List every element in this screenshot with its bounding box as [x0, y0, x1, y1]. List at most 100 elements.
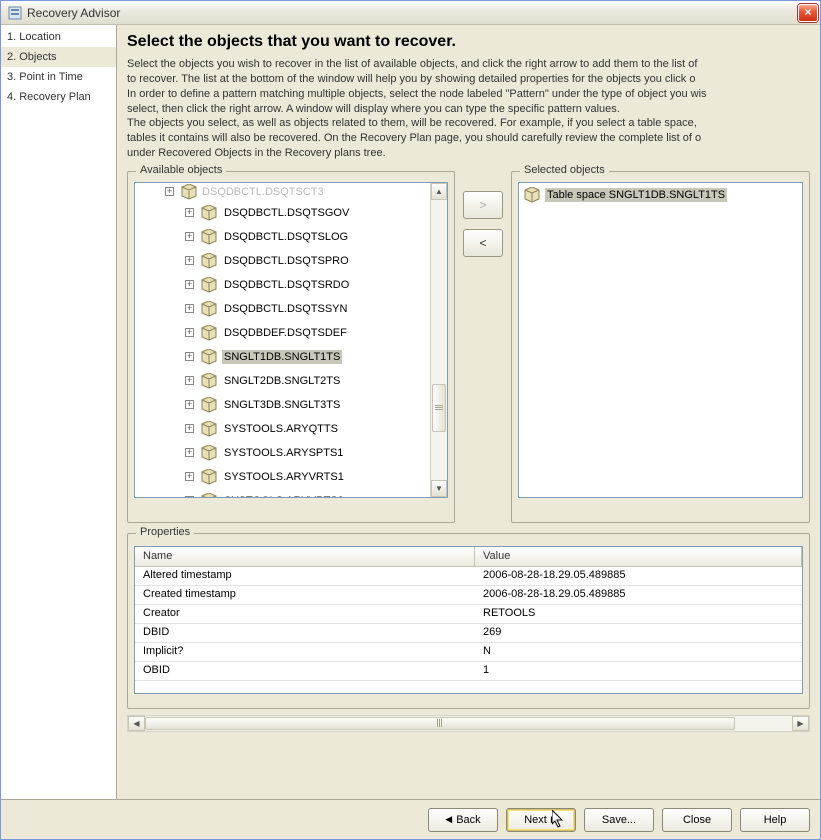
- expander-icon[interactable]: +: [185, 232, 194, 241]
- tree-item[interactable]: + SYSTOOLS.ARYVRTS2: [135, 489, 429, 497]
- properties-group: Properties Name Value Altered timestamp2…: [127, 533, 810, 709]
- tablespace-icon: [200, 373, 218, 389]
- tablespace-icon: [200, 229, 218, 245]
- window: Recovery Advisor × 1. Location 2. Object…: [0, 0, 821, 840]
- selected-objects-list[interactable]: Table space SNGLT1DB.SNGLT1TS: [518, 182, 803, 498]
- prop-value: N: [475, 643, 802, 661]
- col-header-name[interactable]: Name: [135, 547, 475, 566]
- expander-icon[interactable]: +: [185, 328, 194, 337]
- back-label: Back: [456, 814, 480, 826]
- tablespace-icon: [200, 445, 218, 461]
- expander-icon[interactable]: +: [185, 376, 194, 385]
- scroll-up-button[interactable]: ▲: [431, 183, 447, 200]
- nav-point-in-time[interactable]: 3. Point in Time: [1, 67, 116, 87]
- tree-item-label: DSQDBCTL.DSQTSPRO: [222, 254, 351, 268]
- property-row[interactable]: OBID1: [135, 662, 802, 681]
- prop-name: Created timestamp: [135, 586, 475, 604]
- nav-location[interactable]: 1. Location: [1, 27, 116, 47]
- nav-recovery-plan[interactable]: 4. Recovery Plan: [1, 87, 116, 107]
- selected-legend: Selected objects: [520, 164, 609, 176]
- tablespace-icon: [180, 184, 198, 200]
- tree-item-label: SNGLT3DB.SNGLT3TS: [222, 398, 342, 412]
- horizontal-scrollbar[interactable]: ◀ ▶: [127, 715, 810, 732]
- expander-icon[interactable]: +: [185, 448, 194, 457]
- next-label: Next: [524, 814, 547, 826]
- tree-item[interactable]: + SYSTOOLS.ARYQTTS: [135, 417, 429, 441]
- prop-name: Altered timestamp: [135, 567, 475, 585]
- expander-icon[interactable]: +: [185, 208, 194, 217]
- property-row[interactable]: DBID269: [135, 624, 802, 643]
- expander-icon[interactable]: +: [165, 187, 174, 196]
- page-title: Select the objects that you want to reco…: [127, 33, 810, 51]
- property-row[interactable]: Created timestamp2006-08-28-18.29.05.489…: [135, 586, 802, 605]
- content-area: 1. Location 2. Objects 3. Point in Time …: [1, 25, 820, 799]
- selected-item-label: Table space SNGLT1DB.SNGLT1TS: [545, 188, 727, 202]
- scroll-thumb[interactable]: [432, 384, 446, 432]
- scroll-left-button[interactable]: ◀: [128, 716, 145, 731]
- prop-name: Implicit?: [135, 643, 475, 661]
- hscroll-track[interactable]: [145, 716, 792, 731]
- tree-item[interactable]: + DSQDBDEF.DSQTSDEF: [135, 321, 429, 345]
- tree-item[interactable]: + DSQDBCTL.DSQTSSYN: [135, 297, 429, 321]
- expander-icon[interactable]: +: [185, 424, 194, 433]
- tree-item-label: DSQDBCTL.DSQTSLOG: [222, 230, 350, 244]
- scroll-track[interactable]: [431, 200, 447, 480]
- transfer-buttons: > <: [463, 171, 503, 523]
- tree-item[interactable]: +DSQDBCTL.DSQTSGOV: [135, 201, 429, 225]
- tablespace-icon: [200, 469, 218, 485]
- main-panel: Select the objects that you want to reco…: [117, 25, 820, 799]
- expander-icon[interactable]: +: [185, 496, 194, 497]
- nav-objects[interactable]: 2. Objects: [1, 47, 116, 67]
- available-legend: Available objects: [136, 164, 226, 176]
- save-button[interactable]: Save...: [584, 808, 654, 832]
- tablespace-icon: [200, 205, 218, 221]
- tree-item[interactable]: + DSQDBCTL.DSQTSCT3: [135, 183, 429, 201]
- tree-item-label: SYSTOOLS.ARYVRTS2: [222, 494, 346, 497]
- tree-item[interactable]: +SNGLT2DB.SNGLT2TS: [135, 369, 429, 393]
- tree-item[interactable]: +SYSTOOLS.ARYVRTS1: [135, 465, 429, 489]
- tree-item-label: DSQDBDEF.DSQTSDEF: [222, 326, 349, 340]
- scroll-right-button[interactable]: ▶: [792, 716, 809, 731]
- back-arrow-icon: ◀: [445, 814, 452, 825]
- available-objects-list[interactable]: +DSQDBCTL.DSQTSCT3+DSQDBCTL.DSQTSGOV+DSQ…: [134, 182, 448, 498]
- tree-item[interactable]: + DSQDBCTL.DSQTSLOG: [135, 225, 429, 249]
- tree-item[interactable]: +DSQDBCTL.DSQTSRDO: [135, 273, 429, 297]
- tree-item[interactable]: +SYSTOOLS.ARYSPTS1: [135, 441, 429, 465]
- remove-button[interactable]: <: [463, 229, 503, 257]
- close-footer-button[interactable]: Close: [662, 808, 732, 832]
- selected-item[interactable]: Table space SNGLT1DB.SNGLT1TS: [521, 185, 800, 205]
- tablespace-icon: [200, 301, 218, 317]
- expander-icon[interactable]: +: [185, 352, 194, 361]
- prop-name: OBID: [135, 662, 475, 680]
- tablespace-icon: [200, 277, 218, 293]
- tablespace-icon: [200, 421, 218, 437]
- window-title: Recovery Advisor: [27, 6, 798, 20]
- available-scrollbar[interactable]: ▲ ▼: [430, 183, 447, 497]
- expander-icon[interactable]: +: [185, 400, 194, 409]
- next-button[interactable]: Next▶: [506, 808, 576, 832]
- tree-item-label: SYSTOOLS.ARYQTTS: [222, 422, 340, 436]
- property-row[interactable]: CreatorRETOOLS: [135, 605, 802, 624]
- property-row[interactable]: Altered timestamp2006-08-28-18.29.05.489…: [135, 567, 802, 586]
- add-button[interactable]: >: [463, 191, 503, 219]
- hscroll-thumb[interactable]: [145, 717, 735, 730]
- property-row[interactable]: Implicit?N: [135, 643, 802, 662]
- properties-legend: Properties: [136, 526, 194, 538]
- expander-icon[interactable]: +: [185, 472, 194, 481]
- tree-item-label: DSQDBCTL.DSQTSCT3: [202, 186, 324, 198]
- tree-item[interactable]: + DSQDBCTL.DSQTSPRO: [135, 249, 429, 273]
- tree-item-label: DSQDBCTL.DSQTSSYN: [222, 302, 349, 316]
- expander-icon[interactable]: +: [185, 304, 194, 313]
- tree-item[interactable]: + SNGLT3DB.SNGLT3TS: [135, 393, 429, 417]
- objects-row: Available objects +DSQDBCTL.DSQTSCT3+DSQ…: [127, 171, 810, 523]
- close-button[interactable]: ×: [798, 4, 818, 22]
- expander-icon[interactable]: +: [185, 256, 194, 265]
- col-header-value[interactable]: Value: [475, 547, 802, 566]
- tree-item[interactable]: +SNGLT1DB.SNGLT1TS: [135, 345, 429, 369]
- scroll-down-button[interactable]: ▼: [431, 480, 447, 497]
- available-objects-group: Available objects +DSQDBCTL.DSQTSCT3+DSQ…: [127, 171, 455, 523]
- prop-value: 1: [475, 662, 802, 680]
- expander-icon[interactable]: +: [185, 280, 194, 289]
- help-button[interactable]: Help: [740, 808, 810, 832]
- back-button[interactable]: ◀ Back: [428, 808, 498, 832]
